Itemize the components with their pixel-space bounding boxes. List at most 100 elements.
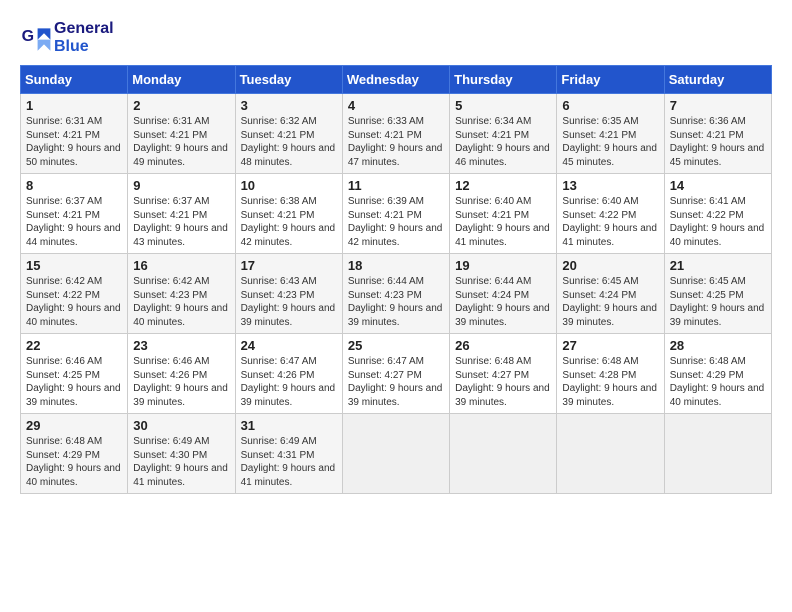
cell-info: Sunrise: 6:31 AMSunset: 4:21 PMDaylight:…: [133, 116, 228, 168]
weekday-header: Sunday: [21, 66, 128, 94]
calendar-cell: 31 Sunrise: 6:49 AMSunset: 4:31 PMDaylig…: [235, 414, 342, 494]
weekday-header: Thursday: [450, 66, 557, 94]
calendar-cell: 2 Sunrise: 6:31 AMSunset: 4:21 PMDayligh…: [128, 94, 235, 174]
calendar-cell: 17 Sunrise: 6:43 AMSunset: 4:23 PMDaylig…: [235, 254, 342, 334]
day-number: 16: [133, 258, 229, 273]
calendar-cell: 24 Sunrise: 6:47 AMSunset: 4:26 PMDaylig…: [235, 334, 342, 414]
cell-info: Sunrise: 6:45 AMSunset: 4:25 PMDaylight:…: [670, 276, 765, 328]
weekday-header: Monday: [128, 66, 235, 94]
day-number: 7: [670, 98, 766, 113]
day-number: 5: [455, 98, 551, 113]
day-number: 11: [348, 178, 444, 193]
weekday-header: Tuesday: [235, 66, 342, 94]
calendar-header-row: SundayMondayTuesdayWednesdayThursdayFrid…: [21, 66, 772, 94]
weekday-header: Friday: [557, 66, 664, 94]
cell-info: Sunrise: 6:32 AMSunset: 4:21 PMDaylight:…: [241, 116, 336, 168]
calendar-cell: 27 Sunrise: 6:48 AMSunset: 4:28 PMDaylig…: [557, 334, 664, 414]
calendar-week-row: 15 Sunrise: 6:42 AMSunset: 4:22 PMDaylig…: [21, 254, 772, 334]
day-number: 9: [133, 178, 229, 193]
cell-info: Sunrise: 6:44 AMSunset: 4:24 PMDaylight:…: [455, 276, 550, 328]
cell-info: Sunrise: 6:46 AMSunset: 4:25 PMDaylight:…: [26, 356, 121, 408]
calendar-week-row: 22 Sunrise: 6:46 AMSunset: 4:25 PMDaylig…: [21, 334, 772, 414]
cell-info: Sunrise: 6:48 AMSunset: 4:29 PMDaylight:…: [670, 356, 765, 408]
day-number: 21: [670, 258, 766, 273]
day-number: 15: [26, 258, 122, 273]
cell-info: Sunrise: 6:36 AMSunset: 4:21 PMDaylight:…: [670, 116, 765, 168]
calendar-cell: [664, 414, 771, 494]
day-number: 23: [133, 338, 229, 353]
calendar-cell: 6 Sunrise: 6:35 AMSunset: 4:21 PMDayligh…: [557, 94, 664, 174]
calendar-cell: 19 Sunrise: 6:44 AMSunset: 4:24 PMDaylig…: [450, 254, 557, 334]
calendar-cell: 9 Sunrise: 6:37 AMSunset: 4:21 PMDayligh…: [128, 174, 235, 254]
day-number: 2: [133, 98, 229, 113]
logo-blue: Blue: [54, 38, 114, 56]
cell-info: Sunrise: 6:49 AMSunset: 4:31 PMDaylight:…: [241, 436, 336, 488]
cell-info: Sunrise: 6:41 AMSunset: 4:22 PMDaylight:…: [670, 196, 765, 248]
cell-info: Sunrise: 6:48 AMSunset: 4:27 PMDaylight:…: [455, 356, 550, 408]
cell-info: Sunrise: 6:45 AMSunset: 4:24 PMDaylight:…: [562, 276, 657, 328]
calendar-cell: 4 Sunrise: 6:33 AMSunset: 4:21 PMDayligh…: [342, 94, 449, 174]
calendar-cell: 23 Sunrise: 6:46 AMSunset: 4:26 PMDaylig…: [128, 334, 235, 414]
calendar-table: SundayMondayTuesdayWednesdayThursdayFrid…: [20, 65, 772, 494]
cell-info: Sunrise: 6:34 AMSunset: 4:21 PMDaylight:…: [455, 116, 550, 168]
calendar-cell: 30 Sunrise: 6:49 AMSunset: 4:30 PMDaylig…: [128, 414, 235, 494]
calendar-cell: 10 Sunrise: 6:38 AMSunset: 4:21 PMDaylig…: [235, 174, 342, 254]
calendar-week-row: 1 Sunrise: 6:31 AMSunset: 4:21 PMDayligh…: [21, 94, 772, 174]
cell-info: Sunrise: 6:37 AMSunset: 4:21 PMDaylight:…: [26, 196, 121, 248]
calendar-cell: 13 Sunrise: 6:40 AMSunset: 4:22 PMDaylig…: [557, 174, 664, 254]
page-header: G General Blue: [20, 20, 772, 55]
calendar-cell: 26 Sunrise: 6:48 AMSunset: 4:27 PMDaylig…: [450, 334, 557, 414]
calendar-cell: 12 Sunrise: 6:40 AMSunset: 4:21 PMDaylig…: [450, 174, 557, 254]
cell-info: Sunrise: 6:46 AMSunset: 4:26 PMDaylight:…: [133, 356, 228, 408]
day-number: 30: [133, 418, 229, 433]
day-number: 17: [241, 258, 337, 273]
day-number: 31: [241, 418, 337, 433]
cell-info: Sunrise: 6:33 AMSunset: 4:21 PMDaylight:…: [348, 116, 443, 168]
cell-info: Sunrise: 6:35 AMSunset: 4:21 PMDaylight:…: [562, 116, 657, 168]
calendar-cell: 11 Sunrise: 6:39 AMSunset: 4:21 PMDaylig…: [342, 174, 449, 254]
calendar-cell: 5 Sunrise: 6:34 AMSunset: 4:21 PMDayligh…: [450, 94, 557, 174]
day-number: 27: [562, 338, 658, 353]
cell-info: Sunrise: 6:42 AMSunset: 4:22 PMDaylight:…: [26, 276, 121, 328]
day-number: 8: [26, 178, 122, 193]
cell-info: Sunrise: 6:48 AMSunset: 4:28 PMDaylight:…: [562, 356, 657, 408]
cell-info: Sunrise: 6:47 AMSunset: 4:26 PMDaylight:…: [241, 356, 336, 408]
day-number: 6: [562, 98, 658, 113]
calendar-week-row: 8 Sunrise: 6:37 AMSunset: 4:21 PMDayligh…: [21, 174, 772, 254]
calendar-cell: 28 Sunrise: 6:48 AMSunset: 4:29 PMDaylig…: [664, 334, 771, 414]
day-number: 26: [455, 338, 551, 353]
calendar-cell: 29 Sunrise: 6:48 AMSunset: 4:29 PMDaylig…: [21, 414, 128, 494]
calendar-cell: [450, 414, 557, 494]
calendar-cell: 14 Sunrise: 6:41 AMSunset: 4:22 PMDaylig…: [664, 174, 771, 254]
cell-info: Sunrise: 6:40 AMSunset: 4:22 PMDaylight:…: [562, 196, 657, 248]
calendar-cell: 18 Sunrise: 6:44 AMSunset: 4:23 PMDaylig…: [342, 254, 449, 334]
day-number: 28: [670, 338, 766, 353]
day-number: 19: [455, 258, 551, 273]
cell-info: Sunrise: 6:44 AMSunset: 4:23 PMDaylight:…: [348, 276, 443, 328]
calendar-cell: 20 Sunrise: 6:45 AMSunset: 4:24 PMDaylig…: [557, 254, 664, 334]
calendar-cell: 8 Sunrise: 6:37 AMSunset: 4:21 PMDayligh…: [21, 174, 128, 254]
day-number: 18: [348, 258, 444, 273]
calendar-cell: 25 Sunrise: 6:47 AMSunset: 4:27 PMDaylig…: [342, 334, 449, 414]
day-number: 3: [241, 98, 337, 113]
calendar-cell: 16 Sunrise: 6:42 AMSunset: 4:23 PMDaylig…: [128, 254, 235, 334]
calendar-cell: 15 Sunrise: 6:42 AMSunset: 4:22 PMDaylig…: [21, 254, 128, 334]
calendar-week-row: 29 Sunrise: 6:48 AMSunset: 4:29 PMDaylig…: [21, 414, 772, 494]
day-number: 4: [348, 98, 444, 113]
cell-info: Sunrise: 6:43 AMSunset: 4:23 PMDaylight:…: [241, 276, 336, 328]
calendar-cell: 21 Sunrise: 6:45 AMSunset: 4:25 PMDaylig…: [664, 254, 771, 334]
cell-info: Sunrise: 6:48 AMSunset: 4:29 PMDaylight:…: [26, 436, 121, 488]
cell-info: Sunrise: 6:37 AMSunset: 4:21 PMDaylight:…: [133, 196, 228, 248]
cell-info: Sunrise: 6:38 AMSunset: 4:21 PMDaylight:…: [241, 196, 336, 248]
day-number: 22: [26, 338, 122, 353]
logo: G General Blue: [20, 20, 114, 55]
day-number: 12: [455, 178, 551, 193]
cell-info: Sunrise: 6:47 AMSunset: 4:27 PMDaylight:…: [348, 356, 443, 408]
day-number: 20: [562, 258, 658, 273]
day-number: 13: [562, 178, 658, 193]
cell-info: Sunrise: 6:39 AMSunset: 4:21 PMDaylight:…: [348, 196, 443, 248]
day-number: 1: [26, 98, 122, 113]
calendar-cell: [557, 414, 664, 494]
weekday-header: Saturday: [664, 66, 771, 94]
calendar-cell: 1 Sunrise: 6:31 AMSunset: 4:21 PMDayligh…: [21, 94, 128, 174]
